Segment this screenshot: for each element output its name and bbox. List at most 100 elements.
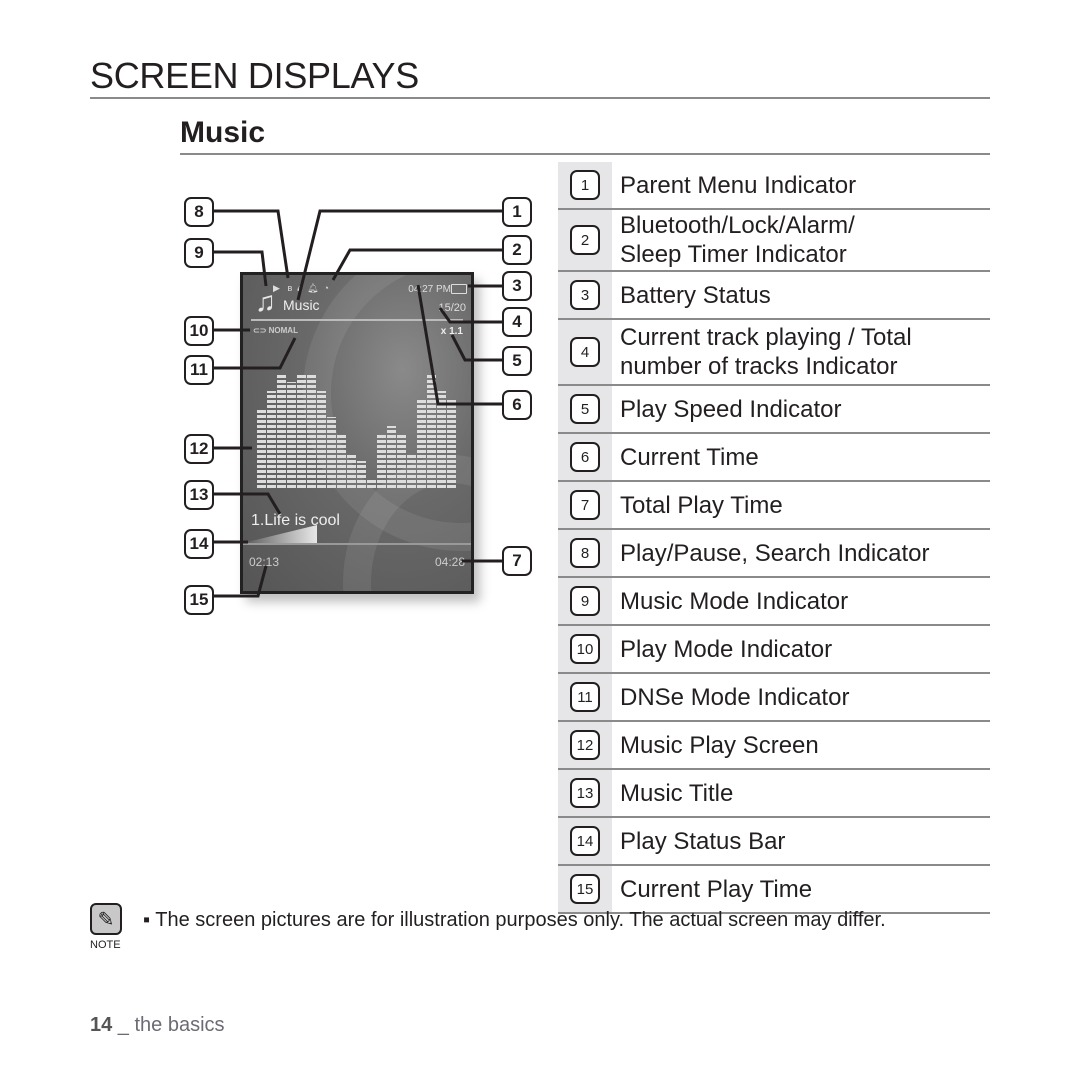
legend-description: Play Status Bar bbox=[620, 827, 786, 855]
equalizer-bar bbox=[257, 408, 266, 488]
equalizer-bar bbox=[267, 390, 276, 488]
legend-number-cell: 13 bbox=[558, 770, 612, 816]
legend-number-cell: 9 bbox=[558, 578, 612, 624]
legend-number-cell: 15 bbox=[558, 866, 612, 912]
legend-description: Total Play Time bbox=[620, 491, 783, 519]
legend-description: Current Play Time bbox=[620, 875, 813, 903]
sleep-timer-icon: ◔ bbox=[323, 283, 329, 293]
total-play-time: 04:28 bbox=[434, 555, 465, 569]
legend-number: 8 bbox=[570, 538, 600, 568]
legend-row: 1 Parent Menu Indicator bbox=[558, 162, 990, 210]
legend-number-cell: 12 bbox=[558, 722, 612, 768]
legend-description: Parent Menu Indicator bbox=[620, 171, 857, 199]
legend-row: 8 Play/Pause, Search Indicator bbox=[558, 530, 990, 578]
legend-number: 13 bbox=[570, 778, 600, 808]
equalizer-bar bbox=[427, 373, 436, 488]
battery-icon bbox=[451, 284, 467, 294]
track-counter: 15/20 bbox=[438, 302, 466, 314]
legend-description: Current track playing / Total number of … bbox=[620, 324, 912, 380]
callout-9: 9 bbox=[184, 238, 214, 268]
status-icons: ▶ ʙ 🔒︎ 🔔︎ ◔ bbox=[273, 283, 329, 294]
legend-number: 4 bbox=[570, 337, 600, 367]
legend-description: Play Mode Indicator bbox=[620, 635, 833, 663]
equalizer-bar bbox=[317, 390, 326, 488]
legend-description: Battery Status bbox=[620, 281, 771, 309]
callout-10: 10 bbox=[184, 316, 214, 346]
legend-description: DNSe Mode Indicator bbox=[620, 683, 850, 711]
legend-number-cell: 11 bbox=[558, 674, 612, 720]
legend-number: 12 bbox=[570, 730, 600, 760]
equalizer-bar bbox=[277, 373, 286, 488]
legend-description: Play Speed Indicator bbox=[620, 395, 842, 423]
equalizer-bar bbox=[387, 426, 396, 488]
legend-number-cell: 2 bbox=[558, 210, 612, 270]
legend-number-cell: 10 bbox=[558, 626, 612, 672]
callout-8: 8 bbox=[184, 197, 214, 227]
legend-row: 12 Music Play Screen bbox=[558, 722, 990, 770]
legend-row: 13 Music Title bbox=[558, 770, 990, 818]
equalizer-bar bbox=[397, 434, 406, 488]
legend-row: 3 Battery Status bbox=[558, 272, 990, 320]
callout-1: 1 bbox=[502, 197, 532, 227]
device-screen-illustration: ♫ ▶ ʙ 🔒︎ 🔔︎ ◔ 04:27 PM Music 15/20 ⊂⊃ NO… bbox=[240, 272, 474, 594]
page-footer: 14 _ the basics bbox=[90, 1014, 225, 1037]
dnse-mode-label: NOMAL bbox=[268, 326, 298, 335]
callout-12: 12 bbox=[184, 434, 214, 464]
callout-5: 5 bbox=[502, 346, 532, 376]
alarm-icon: 🔔︎ bbox=[307, 283, 319, 293]
legend-row: 11 DNSe Mode Indicator bbox=[558, 674, 990, 722]
current-play-time: 02:13 bbox=[249, 555, 280, 569]
legend-number: 9 bbox=[570, 586, 600, 616]
legend-row: 6 Current Time bbox=[558, 434, 990, 482]
current-time: 04:27 PM bbox=[408, 284, 451, 295]
callout-4: 4 bbox=[502, 307, 532, 337]
legend-number: 11 bbox=[570, 682, 600, 712]
equalizer-bar bbox=[337, 434, 346, 488]
equalizer-bar bbox=[347, 452, 356, 488]
equalizer-bar bbox=[437, 390, 446, 488]
legend-number-cell: 5 bbox=[558, 386, 612, 432]
music-title: 1.Life is cool bbox=[251, 512, 340, 529]
equalizer-bar bbox=[357, 461, 366, 488]
callout-2: 2 bbox=[502, 235, 532, 265]
equalizer-bar bbox=[417, 399, 426, 488]
leader-8 bbox=[212, 209, 290, 279]
legend-number-cell: 4 bbox=[558, 320, 612, 384]
callout-14: 14 bbox=[184, 529, 214, 559]
lock-icon: 🔒︎ bbox=[297, 283, 303, 293]
play-status-bar bbox=[243, 543, 471, 545]
equalizer-bar bbox=[407, 452, 416, 488]
footer-separator: _ bbox=[112, 1014, 135, 1036]
legend-number: 5 bbox=[570, 394, 600, 424]
play-speed-indicator: x 1.1 bbox=[440, 326, 463, 337]
legend-row: 5 Play Speed Indicator bbox=[558, 386, 990, 434]
play-icon: ▶ bbox=[273, 283, 280, 293]
legend-number: 6 bbox=[570, 442, 600, 472]
play-mode-indicator: ⊂⊃ NOMAL bbox=[253, 326, 298, 335]
legend-description: Current Time bbox=[620, 443, 759, 471]
equalizer-bar bbox=[287, 381, 296, 488]
legend-table: 1 Parent Menu Indicator 2 Bluetooth/Lock/Al… bbox=[558, 162, 990, 914]
legend-row: 14 Play Status Bar bbox=[558, 818, 990, 866]
legend-row: 15 Current Play Time bbox=[558, 866, 990, 914]
subsection-rule bbox=[180, 153, 990, 155]
legend-number-cell: 7 bbox=[558, 482, 612, 528]
page-number: 14 bbox=[90, 1014, 113, 1036]
note-text: ▪ The screen pictures are for illustrati… bbox=[143, 909, 886, 931]
legend-number-cell: 1 bbox=[558, 162, 612, 208]
equalizer-bar bbox=[377, 434, 386, 488]
callout-13: 13 bbox=[184, 480, 214, 510]
legend-description: Music Play Screen bbox=[620, 731, 819, 759]
equalizer-bar bbox=[327, 417, 336, 488]
screen-divider bbox=[251, 319, 463, 321]
note-pencil-icon: ✎ bbox=[90, 903, 122, 935]
equalizer-bar bbox=[447, 399, 456, 488]
callout-6: 6 bbox=[502, 390, 532, 420]
legend-description: Bluetooth/Lock/Alarm/ Sleep Timer Indica… bbox=[620, 212, 855, 268]
legend-row: 2 Bluetooth/Lock/Alarm/ Sleep Timer Indic… bbox=[558, 210, 990, 272]
subsection-title: Music bbox=[180, 116, 266, 149]
equalizer-visualizer bbox=[257, 373, 457, 488]
legend-number: 7 bbox=[570, 490, 600, 520]
legend-number-cell: 8 bbox=[558, 530, 612, 576]
legend-description: Play/Pause, Search Indicator bbox=[620, 539, 930, 567]
